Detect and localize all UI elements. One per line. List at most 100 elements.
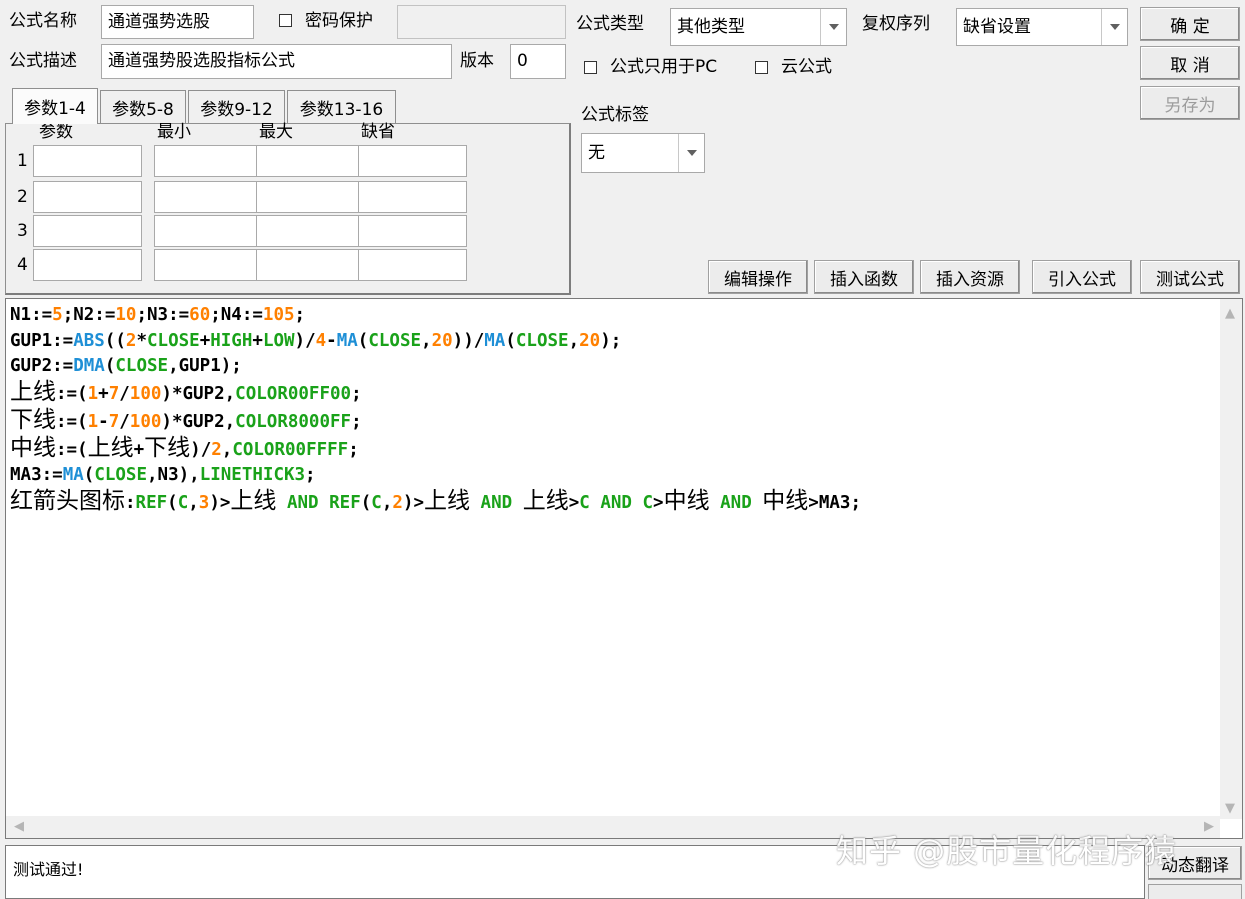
param-row-number: 3 xyxy=(17,221,28,241)
code-token: 4 xyxy=(315,330,327,351)
scroll-down-icon[interactable]: ▼ xyxy=(1225,802,1235,815)
vertical-scrollbar[interactable]: ▲ ▼ xyxy=(1220,299,1242,819)
param-3-default-input[interactable] xyxy=(358,215,467,247)
param-2-name-input[interactable] xyxy=(33,181,142,213)
code-line[interactable]: N1:=5;N2:=10;N3:=60;N4:=105; xyxy=(10,303,861,329)
cancel-button[interactable]: 取 消 xyxy=(1140,46,1240,80)
code-token: :=( xyxy=(56,384,88,405)
param-col-default: 缺省 xyxy=(361,122,395,142)
code-line[interactable]: 下线:=(1-7/100)*GUP2,COLOR8000FF; xyxy=(10,406,861,436)
code-token: MA3:= xyxy=(10,465,63,486)
code-token: 中线 xyxy=(762,487,809,514)
param-2-max-input[interactable] xyxy=(256,181,365,213)
test-formula-button[interactable]: 测试公式 xyxy=(1140,260,1240,294)
code-token: ; xyxy=(348,439,359,460)
param-4-name-input[interactable] xyxy=(33,249,142,281)
pc-only-checkbox[interactable] xyxy=(584,61,597,74)
param-1-max-input[interactable] xyxy=(256,145,365,177)
code-token: 红箭头图标 xyxy=(10,487,125,514)
param-3-max-input[interactable] xyxy=(256,215,365,247)
code-token: : xyxy=(125,492,136,513)
chevron-down-icon[interactable] xyxy=(678,134,704,172)
formula-tag-select[interactable]: 无 xyxy=(581,133,705,173)
tab-params-13-16[interactable]: 参数13-16 xyxy=(287,90,396,123)
ok-button[interactable]: 确 定 xyxy=(1140,7,1240,41)
import-formula-button[interactable]: 引入公式 xyxy=(1032,260,1132,294)
code-token: 下线 xyxy=(144,434,191,461)
code-token: ( xyxy=(83,465,95,486)
formula-desc-label: 公式描述 xyxy=(9,51,77,71)
formula-name-input[interactable]: 通道强势选股 xyxy=(101,5,254,39)
scroll-up-icon[interactable]: ▲ xyxy=(1225,307,1235,320)
param-1-default-input[interactable] xyxy=(358,145,467,177)
code-token: ABS xyxy=(73,330,105,351)
param-4-min-input[interactable] xyxy=(154,249,263,281)
code-token: 105 xyxy=(262,305,295,325)
param-4-max-input[interactable] xyxy=(256,249,365,281)
code-token: 20 xyxy=(579,330,601,351)
code-token: CLOSE xyxy=(115,356,169,377)
param-3-name-input[interactable] xyxy=(33,215,142,247)
param-2-min-input[interactable] xyxy=(154,181,263,213)
code-token: 5 xyxy=(52,305,63,325)
code-token: COLOR00FFFF xyxy=(232,439,349,460)
code-token: 10 xyxy=(115,305,137,325)
code-token: ;N2:= xyxy=(62,305,116,325)
cloud-formula-checkbox[interactable] xyxy=(755,61,768,74)
save-as-button[interactable]: 另存为 xyxy=(1140,86,1240,120)
code-token: / xyxy=(119,411,130,432)
code-token: ;N4:= xyxy=(210,305,263,325)
code-line[interactable]: 红箭头图标:REF(C,3)>上线 AND REF(C,2)>上线 AND 上线… xyxy=(10,487,861,517)
code-line[interactable]: 中线:=(上线+下线)/2,COLOR00FFFF; xyxy=(10,434,861,464)
code-token: C xyxy=(371,492,382,513)
code-token: 上线 xyxy=(230,487,277,514)
rights-sequence-value: 缺省设置 xyxy=(963,16,1031,37)
code-line[interactable]: 上线:=(1+7/100)*GUP2,COLOR00FF00; xyxy=(10,379,861,408)
code-token: CLOSE xyxy=(94,465,147,486)
code-token: * xyxy=(136,330,147,351)
password-protect-checkbox[interactable] xyxy=(279,14,292,27)
edit-operations-button[interactable]: 编辑操作 xyxy=(708,260,808,294)
param-4-default-input[interactable] xyxy=(358,249,467,281)
password-input[interactable] xyxy=(397,5,566,39)
code-token: AND xyxy=(480,492,513,513)
code-token: ,GUP1); xyxy=(168,356,242,377)
code-token: ( xyxy=(360,492,372,513)
code-token: 下线 xyxy=(10,406,56,433)
formula-code-editor[interactable]: N1:=5;N2:=10;N3:=60;N4:=105; GUP1:=ABS((2… xyxy=(5,298,1243,839)
tab-params-5-8[interactable]: 参数5-8 xyxy=(100,90,186,123)
formula-desc-input[interactable]: 通道强势股选股指标公式 xyxy=(101,44,452,79)
insert-function-button[interactable]: 插入函数 xyxy=(814,260,914,294)
param-3-min-input[interactable] xyxy=(154,215,263,247)
code-token: , xyxy=(421,330,432,351)
code-token: C xyxy=(642,492,654,513)
formula-code[interactable]: N1:=5;N2:=10;N3:=60;N4:=105; GUP1:=ABS((2… xyxy=(10,303,861,517)
hidden-button[interactable] xyxy=(1148,884,1242,899)
param-1-name-input[interactable] xyxy=(33,145,142,177)
code-token: 100 xyxy=(129,411,162,432)
scroll-right-icon[interactable]: ▶ xyxy=(1204,820,1214,833)
password-protect-label: 密码保护 xyxy=(305,11,373,31)
scroll-left-icon[interactable]: ◀ xyxy=(14,820,24,833)
code-token: C xyxy=(579,492,590,513)
param-2-default-input[interactable] xyxy=(358,181,467,213)
code-line[interactable]: MA3:=MA(CLOSE,N3),LINETHICK3; xyxy=(10,463,861,489)
insert-resource-button[interactable]: 插入资源 xyxy=(920,260,1020,294)
code-token: ( xyxy=(104,356,116,377)
chevron-down-icon[interactable] xyxy=(820,9,846,45)
chevron-down-icon[interactable] xyxy=(1101,9,1127,45)
code-token: 7 xyxy=(108,384,120,405)
code-token: GUP2:= xyxy=(10,356,74,377)
formula-type-select[interactable]: 其他类型 xyxy=(670,8,847,46)
rights-sequence-select[interactable]: 缺省设置 xyxy=(956,8,1128,46)
code-token: > xyxy=(653,492,664,513)
code-line[interactable]: GUP2:=DMA(CLOSE,GUP1); xyxy=(10,354,861,380)
code-token: 中线 xyxy=(10,434,56,461)
code-token: 3 xyxy=(198,492,210,513)
param-1-min-input[interactable] xyxy=(154,145,263,177)
tab-params-1-4[interactable]: 参数1-4 xyxy=(12,88,98,124)
tab-params-9-12[interactable]: 参数9-12 xyxy=(188,90,285,123)
code-line[interactable]: GUP1:=ABS((2*CLOSE+HIGH+LOW)/4-MA(CLOSE,… xyxy=(10,329,861,355)
version-input[interactable]: 0 xyxy=(510,44,566,79)
